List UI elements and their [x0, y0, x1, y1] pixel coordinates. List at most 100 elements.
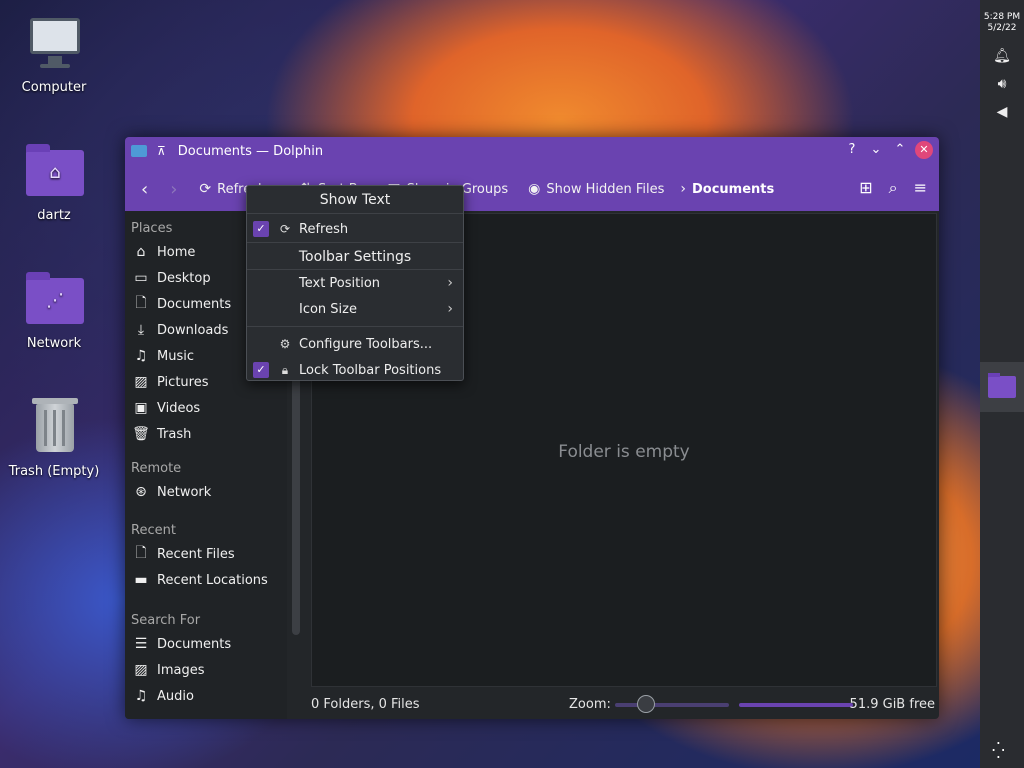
- menu-item-lock-toolbar[interactable]: ✓ 🔒︎ Lock Toolbar Positions: [247, 357, 463, 383]
- sidebar-item-label: Audio: [157, 688, 194, 704]
- menu-section-show-text: Show Text: [247, 186, 463, 214]
- empty-folder-message: Folder is empty: [558, 442, 690, 462]
- document-icon: 🗋︎: [135, 295, 147, 311]
- configure-icon: ⚙: [279, 337, 291, 351]
- desktop-icon-label: Computer: [21, 80, 87, 95]
- trash-icon: 🗑︎: [132, 426, 150, 442]
- checkbox-checked-icon[interactable]: ✓: [253, 362, 269, 378]
- image-icon: ▨: [134, 374, 148, 390]
- music-icon: ♫: [134, 348, 148, 364]
- zoom-slider-handle[interactable]: [637, 695, 655, 713]
- clock-date: 5/2/22: [987, 23, 1017, 33]
- desktop-icon-network[interactable]: ⋰ Network: [4, 270, 104, 351]
- sidebar-item-search-audio[interactable]: ♫ Audio: [125, 683, 287, 709]
- close-button[interactable]: ✕: [915, 141, 933, 159]
- back-button[interactable]: ‹: [141, 179, 148, 200]
- split-view-icon[interactable]: ⊞: [859, 178, 872, 198]
- sidebar-item-label: Documents: [157, 636, 232, 652]
- zoom-slider-track[interactable]: [615, 703, 729, 707]
- status-bar: 0 Folders, 0 Files Zoom: 51.9 GiB free: [311, 693, 939, 715]
- volume-icon[interactable]: 🔊︎: [980, 76, 1024, 94]
- checkbox-checked-icon[interactable]: ✓: [253, 221, 269, 237]
- sidebar-item-search-images[interactable]: ▨ Images: [125, 657, 287, 683]
- sidebar-item-label: Documents: [157, 296, 232, 312]
- keep-above-icon[interactable]: ⊼: [157, 144, 166, 158]
- menu-section-toolbar-settings: Toolbar Settings: [247, 242, 463, 270]
- text-icon: ☰: [134, 636, 148, 652]
- trash-icon: [24, 398, 84, 458]
- minimize-button[interactable]: ⌄: [867, 141, 885, 159]
- image-icon: ▨: [134, 662, 148, 678]
- sidebar-item-network[interactable]: ⊛ Network: [125, 479, 287, 505]
- sidebar-item-recent-files[interactable]: 🗋︎ Recent Files: [125, 541, 287, 567]
- menu-item-label: Icon Size: [299, 301, 357, 317]
- maximize-button[interactable]: ⌃: [891, 141, 909, 159]
- expand-tray-arrow-icon[interactable]: ◀: [980, 104, 1024, 122]
- menu-item-label: Refresh: [299, 221, 349, 237]
- refresh-icon: ⟳: [279, 222, 291, 236]
- sidebar-item-search-documents[interactable]: ☰ Documents: [125, 631, 287, 657]
- sidebar-item-label: Recent Locations: [157, 572, 268, 588]
- menu-item-label: Text Position: [299, 275, 381, 291]
- desktop-icon: ▭: [134, 270, 148, 286]
- desktop-icon-label: Network: [26, 336, 82, 351]
- sidebar-item-label: Videos: [157, 400, 201, 416]
- menu-item-icon-size[interactable]: Icon Size ›: [247, 296, 463, 322]
- sidebar-item-label: Music: [157, 348, 194, 364]
- sidebar-item-label: Pictures: [157, 374, 209, 390]
- chevron-right-icon: ›: [680, 181, 686, 197]
- sidebar-item-label: Home: [157, 244, 196, 260]
- free-space-bar: [739, 703, 853, 707]
- sidebar-item-videos[interactable]: ▣ Videos: [125, 395, 287, 421]
- clock[interactable]: 5:28 PM 5/2/22: [980, 0, 1024, 34]
- sidebar-item-label: Network: [157, 484, 212, 500]
- dolphin-app-icon[interactable]: [131, 145, 147, 157]
- help-button[interactable]: ?: [843, 141, 861, 159]
- menu-item-label: Lock Toolbar Positions: [299, 362, 442, 378]
- system-panel: 5:28 PM 5/2/22 🔔︎ 🔊︎ ◀ ⁛: [980, 0, 1024, 768]
- eye-icon: ◉: [528, 181, 541, 197]
- toolbar-context-menu: Show Text ✓ ⟳ Refresh Toolbar Settings T…: [246, 185, 464, 381]
- zoom-label: Zoom:: [569, 696, 611, 712]
- breadcrumb[interactable]: › Documents: [680, 181, 774, 197]
- refresh-icon: ⟳: [199, 181, 212, 197]
- hidden-label: Show Hidden Files: [546, 181, 665, 197]
- recent-files-icon: 🗋︎: [135, 545, 147, 561]
- recent-locations-icon: ▬: [134, 572, 148, 588]
- sidebar-scrollbar[interactable]: [292, 361, 300, 635]
- desktop-icon-trash[interactable]: Trash (Empty): [4, 398, 104, 479]
- free-space: 51.9 GiB free: [849, 696, 935, 712]
- menu-item-refresh[interactable]: ✓ ⟳ Refresh: [247, 216, 463, 242]
- folder-file-count: 0 Folders, 0 Files: [311, 696, 420, 712]
- window-title: Documents — Dolphin: [177, 143, 324, 159]
- show-hidden-files-button[interactable]: ◉ Show Hidden Files: [528, 181, 664, 197]
- video-icon: ▣: [134, 400, 148, 416]
- network-icon: ⊛: [135, 484, 147, 500]
- menu-item-configure-toolbars[interactable]: ⚙ Configure Toolbars...: [247, 331, 463, 357]
- sidebar-item-label: Trash: [157, 426, 192, 442]
- home-icon: ⌂: [136, 244, 146, 260]
- hamburger-menu-icon[interactable]: ≡: [914, 178, 927, 198]
- sidebar-item-label: Recent Files: [157, 546, 235, 562]
- computer-icon: [24, 14, 84, 74]
- notifications-bell-icon[interactable]: 🔔︎: [980, 48, 1024, 66]
- sidebar-item-trash[interactable]: 🗑︎ Trash: [125, 421, 287, 447]
- download-icon: ⤓: [137, 322, 145, 338]
- sidebar-item-label: Images: [157, 662, 205, 678]
- breadcrumb-current: Documents: [691, 181, 775, 197]
- search-icon[interactable]: ⌕: [889, 178, 898, 198]
- network-folder-icon: ⋰: [24, 270, 84, 330]
- edit-mode-icon[interactable]: ⁛: [992, 741, 1005, 760]
- taskbar-dolphin[interactable]: [980, 362, 1024, 412]
- desktop-icon-computer[interactable]: Computer: [4, 14, 104, 95]
- menu-item-label: Configure Toolbars...: [299, 336, 433, 352]
- menu-item-text-position[interactable]: Text Position ›: [247, 270, 463, 296]
- desktop-icon-home[interactable]: ⌂ dartz: [4, 142, 104, 223]
- clock-time: 5:28 PM: [983, 12, 1021, 22]
- menu-separator: [247, 326, 463, 327]
- folder-icon: [988, 373, 1016, 398]
- forward-button[interactable]: ›: [170, 179, 177, 200]
- sidebar-item-recent-locations[interactable]: ▬ Recent Locations: [125, 567, 287, 593]
- desktop-icon-label: dartz: [37, 208, 71, 223]
- recent-header: Recent: [131, 523, 176, 538]
